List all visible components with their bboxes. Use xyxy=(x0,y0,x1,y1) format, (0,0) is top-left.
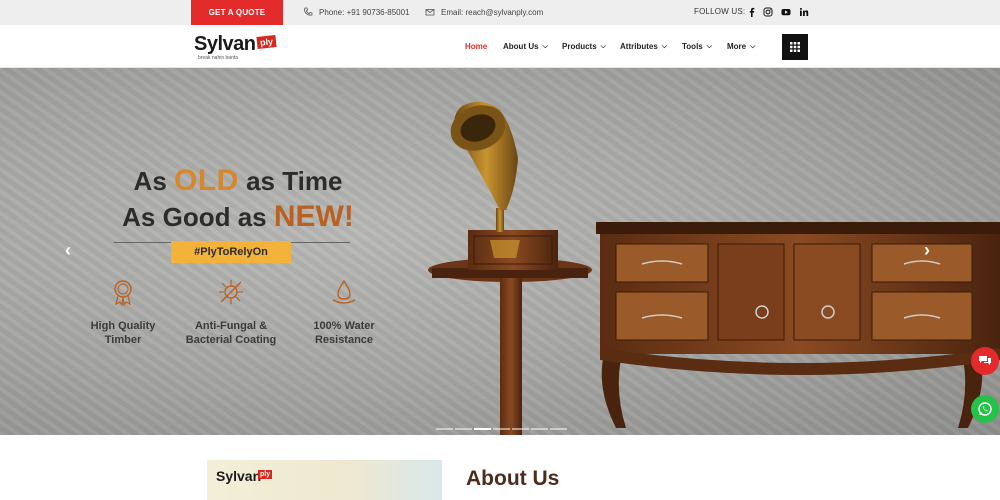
about-logo-wordmark: Sylvan xyxy=(216,468,262,484)
whatsapp-icon xyxy=(978,402,992,416)
chevron-down-icon: ⌵ xyxy=(542,42,548,50)
slider-dot[interactable] xyxy=(531,428,548,430)
feature-water-resistance: 100% Water Resistance xyxy=(289,278,399,347)
hero-slider: As OLD as Time As Good as NEW! #PlyToRel… xyxy=(0,68,1000,435)
water-drop-icon xyxy=(332,279,356,304)
award-badge-icon xyxy=(114,280,132,307)
mail-icon xyxy=(425,9,435,16)
menu-grid-button[interactable] xyxy=(782,34,808,60)
main-header: Sylvan ply break nahin banta Home About … xyxy=(0,25,1000,68)
feature-anti-fungal: Anti-Fungal & Bacterial Coating xyxy=(176,278,286,347)
grid-icon xyxy=(790,42,800,52)
phone-text: Phone: +91 90736-85001 xyxy=(319,7,410,17)
site-logo[interactable]: Sylvan ply break nahin banta xyxy=(194,33,280,61)
phone-icon xyxy=(304,7,313,16)
instagram-icon[interactable] xyxy=(762,6,774,18)
nav-attributes[interactable]: Attributes ⌵ xyxy=(620,42,667,51)
logo-ply-badge: ply xyxy=(256,35,277,49)
chat-button[interactable] xyxy=(971,347,999,375)
nav-products-label: Products xyxy=(562,42,597,51)
logo-tagline: break nahin banta xyxy=(198,55,239,61)
slider-dots xyxy=(436,428,567,430)
hashtag-badge: #PlyToRelyOn xyxy=(171,241,291,263)
email-text: Email: reach@sylvanply.com xyxy=(441,7,544,17)
chevron-down-icon: ⌵ xyxy=(750,42,756,50)
chevron-down-icon: ⌵ xyxy=(661,42,668,50)
youtube-icon[interactable] xyxy=(780,6,792,18)
nav-tools[interactable]: Tools ⌵ xyxy=(682,42,712,51)
slider-prev-arrow[interactable]: ‹ xyxy=(65,240,71,261)
follow-us-label: FOLLOW US: xyxy=(694,7,746,16)
slider-dot[interactable] xyxy=(436,428,453,430)
feature-high-quality: High Quality Timber xyxy=(68,278,178,347)
chevron-down-icon: ⌵ xyxy=(600,42,606,50)
slider-dot[interactable] xyxy=(455,428,472,430)
logo-wordmark: Sylvan xyxy=(194,33,256,55)
nav-home[interactable]: Home xyxy=(465,42,487,51)
get-a-quote-button[interactable]: GET A QUOTE xyxy=(191,0,283,25)
phone-contact[interactable]: Phone: +91 90736-85001 xyxy=(303,7,410,17)
chat-bubbles-icon xyxy=(979,356,991,365)
nav-more[interactable]: More ⌵ xyxy=(727,42,755,51)
nav-products[interactable]: Products ⌵ xyxy=(562,42,606,51)
facebook-icon[interactable] xyxy=(746,6,758,18)
slider-dot[interactable] xyxy=(512,428,529,430)
nav-about-us[interactable]: About Us ⌵ xyxy=(503,42,548,51)
hero-headline: As OLD as Time As Good as NEW! xyxy=(122,164,354,233)
about-us-heading: About Us xyxy=(466,467,560,490)
nav-home-label: Home xyxy=(465,42,488,51)
nav-about-us-label: About Us xyxy=(503,42,539,51)
top-bar: GET A QUOTE Phone: +91 90736-85001 Email… xyxy=(0,0,1000,25)
hero-furniture-illustration xyxy=(428,101,1000,435)
nav-tools-label: Tools xyxy=(682,42,703,51)
chevron-down-icon: ⌵ xyxy=(706,42,713,50)
nav-more-label: More xyxy=(727,42,747,51)
slider-dot[interactable] xyxy=(550,428,567,430)
nav-attributes-label: Attributes xyxy=(620,42,658,51)
whatsapp-button[interactable] xyxy=(971,395,999,423)
email-contact[interactable]: Email: reach@sylvanply.com xyxy=(425,7,543,17)
about-logo-ply: ply xyxy=(258,470,273,479)
slider-next-arrow[interactable]: › xyxy=(924,240,930,261)
anti-bacteria-icon xyxy=(219,280,243,304)
about-image: Sylvan ply xyxy=(207,460,442,500)
slider-dot[interactable] xyxy=(493,428,510,430)
linkedin-icon[interactable] xyxy=(798,6,810,18)
slider-dot-active[interactable] xyxy=(474,428,491,430)
